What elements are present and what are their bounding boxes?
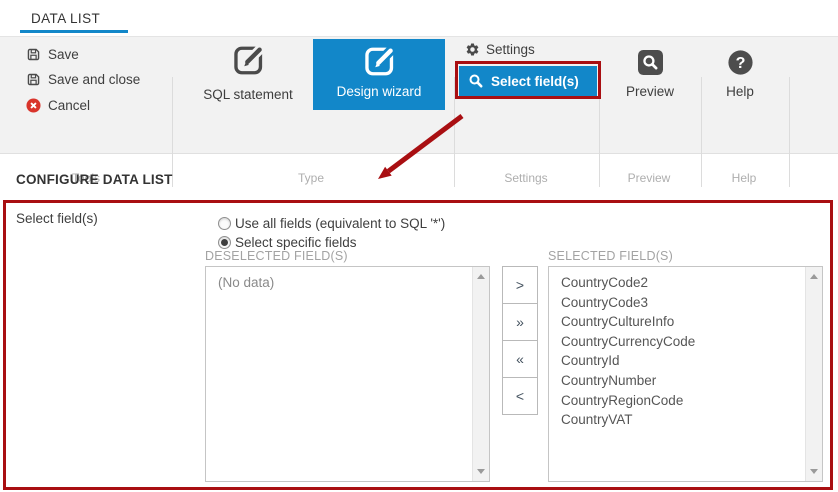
preview-magnifier-icon <box>638 50 663 75</box>
move-right-button[interactable]: > <box>502 266 538 304</box>
select-fields-label: Select field(s) <box>491 74 579 89</box>
save-and-close-button[interactable]: Save and close <box>26 70 140 88</box>
floppy-icon <box>26 47 41 62</box>
move-all-left-icon: « <box>516 351 524 367</box>
move-left-button[interactable]: < <box>502 377 538 415</box>
list-item[interactable]: CountryCurrencyCode <box>549 332 822 352</box>
data-list-designer-window: DATA LIST Tools Type Settings Preview He… <box>0 0 838 492</box>
cancel-button[interactable]: Cancel <box>26 96 90 114</box>
radio-select-specific-fields-label: Select specific fields <box>235 235 357 250</box>
list-item[interactable]: CountryCultureInfo <box>549 312 822 332</box>
move-right-icon: > <box>516 277 524 293</box>
edit-square-icon <box>362 44 397 79</box>
group-label-type: Type <box>298 171 324 185</box>
radio-button-checked[interactable] <box>218 236 231 249</box>
save-label: Save <box>48 47 79 62</box>
selected-fields-listbox[interactable]: CountryCode2CountryCode3CountryCultureIn… <box>548 266 823 482</box>
radio-use-all-fields-label: Use all fields (equivalent to SQL '*') <box>235 216 445 231</box>
design-wizard-button-active[interactable]: Design wizard <box>313 39 445 110</box>
gear-icon <box>465 42 480 57</box>
radio-use-all-fields[interactable]: Use all fields (equivalent to SQL '*') <box>218 215 445 232</box>
list-item[interactable]: CountryRegionCode <box>549 391 822 411</box>
group-label-settings: Settings <box>504 171 547 185</box>
deselected-fields-header: DESELECTED FIELD(S) <box>205 249 348 263</box>
group-separator <box>789 77 790 187</box>
group-label-preview: Preview <box>628 171 671 185</box>
move-all-right-icon: » <box>516 314 524 330</box>
tab-bar: DATA LIST <box>0 0 838 37</box>
question-mark-icon: ? <box>728 50 753 75</box>
preview-button[interactable]: Preview <box>613 50 687 99</box>
scroll-up-icon[interactable] <box>477 274 485 279</box>
settings-label: Settings <box>486 42 535 57</box>
svg-text:?: ? <box>735 54 745 72</box>
tab-data-list-label: DATA LIST <box>31 11 100 26</box>
deselected-fields-listbox[interactable]: (No data) <box>205 266 490 482</box>
scroll-down-icon[interactable] <box>810 469 818 474</box>
save-button[interactable]: Save <box>26 45 79 63</box>
page-title: CONFIGURE DATA LIST <box>16 172 173 187</box>
list-item[interactable]: CountryCode3 <box>549 293 822 313</box>
radio-button-unchecked[interactable] <box>218 217 231 230</box>
settings-button[interactable]: Settings <box>465 42 535 57</box>
list-item[interactable]: CountryNumber <box>549 371 822 391</box>
scrollbar[interactable] <box>472 267 489 481</box>
select-fields-button[interactable]: Select field(s) <box>459 66 597 96</box>
search-icon <box>468 73 484 89</box>
cancel-label: Cancel <box>48 98 90 113</box>
move-left-icon: < <box>516 388 524 404</box>
save-and-close-label: Save and close <box>48 72 140 87</box>
group-label-help: Help <box>732 171 757 185</box>
sql-statement-button[interactable]: SQL statement <box>195 43 301 102</box>
scroll-down-icon[interactable] <box>477 469 485 474</box>
help-button[interactable]: ? Help <box>710 50 770 99</box>
preview-label: Preview <box>626 84 674 99</box>
active-tab-underline <box>20 30 128 33</box>
select-fields-field-label: Select field(s) <box>16 211 98 226</box>
move-all-right-button[interactable]: » <box>502 303 538 341</box>
select-fields-panel: Select field(s) Use all fields (equivale… <box>3 200 833 490</box>
list-item[interactable]: CountryCode2 <box>549 273 822 293</box>
help-label: Help <box>726 84 754 99</box>
edit-square-icon <box>231 43 266 78</box>
list-item[interactable]: CountryId <box>549 351 822 371</box>
group-separator <box>172 77 173 187</box>
selected-fields-items: CountryCode2CountryCode3CountryCultureIn… <box>549 267 822 430</box>
scrollbar[interactable] <box>805 267 822 481</box>
group-separator <box>701 77 702 187</box>
scroll-up-icon[interactable] <box>810 274 818 279</box>
selected-fields-header: SELECTED FIELD(S) <box>548 249 673 263</box>
move-all-left-button[interactable]: « <box>502 340 538 378</box>
no-data-placeholder: (No data) <box>206 267 489 292</box>
design-wizard-label: Design wizard <box>337 84 422 99</box>
floppy-icon <box>26 72 41 87</box>
list-item[interactable]: CountryVAT <box>549 410 822 430</box>
cancel-icon <box>26 98 41 113</box>
sql-statement-label: SQL statement <box>203 87 293 102</box>
